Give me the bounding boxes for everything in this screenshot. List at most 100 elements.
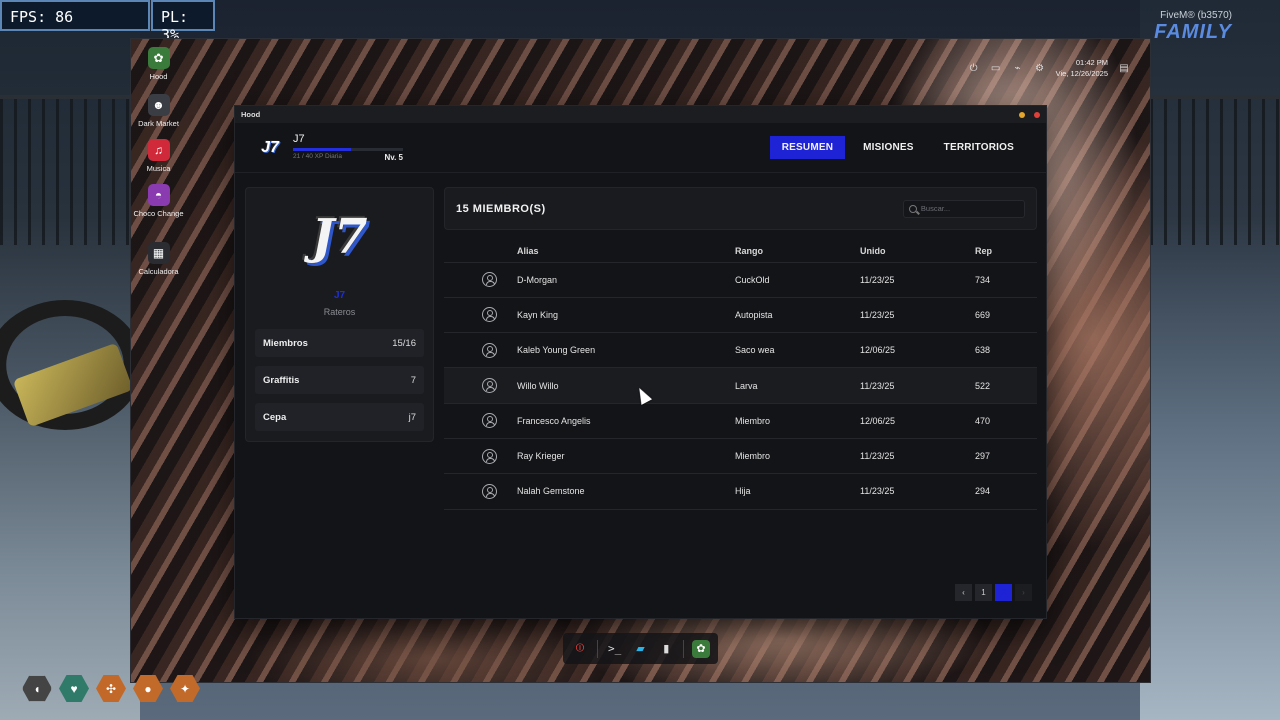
next-page-button[interactable]: › xyxy=(1015,584,1032,601)
cell-rango: Miembro xyxy=(735,438,860,475)
avatar-cell xyxy=(444,262,517,298)
cell-rep: 470 xyxy=(975,403,1037,439)
stat-miembros: Miembros 15/16 xyxy=(255,329,424,357)
system-tray: ⏻ ▭ ⌁ ⚙ 01:42 PM Vie, 12/26/2025 ▤ xyxy=(968,57,1130,79)
table-row[interactable]: Kayn King Autopista 11/23/25 669 xyxy=(444,297,1037,334)
fivem-watermark: FiveM® (b3570) FAMILY xyxy=(1154,10,1232,44)
avatar-cell xyxy=(444,438,517,475)
user-avatar-icon xyxy=(482,413,497,429)
cell-unido: 12/06/25 xyxy=(860,332,975,369)
cell-rango: Hija xyxy=(735,473,860,510)
column-header-unido[interactable]: Unido xyxy=(860,240,975,263)
cupcake-icon: ◓ xyxy=(147,184,170,206)
xp-progress-fill xyxy=(293,148,351,151)
gang-logo: J7 xyxy=(311,209,368,265)
column-header-rep[interactable]: Rep xyxy=(975,240,1037,263)
desktop-app-hood[interactable]: ✿ Hood xyxy=(131,47,186,81)
members-count-title: 15 MIEMBRO(S) xyxy=(456,202,546,215)
stat-graffitis: Graffitis 7 xyxy=(255,366,424,394)
page-button-2[interactable]: 2 xyxy=(995,584,1012,601)
taskbar-separator xyxy=(596,639,598,658)
hunger-icon: ✣ xyxy=(96,675,126,702)
search-input[interactable] xyxy=(920,204,1019,213)
search-box[interactable] xyxy=(903,199,1025,218)
gang-profile-card: J7 J7 Rateros Miembros 15/16 Graffitis 7 Cep… xyxy=(245,187,434,442)
window-titlebar[interactable]: Hood xyxy=(235,106,1046,123)
document-icon[interactable]: ▮ xyxy=(657,640,675,658)
calculator-icon: ▦ xyxy=(147,242,170,264)
column-header-rango[interactable]: Rango xyxy=(735,240,860,263)
hood-app-icon[interactable]: ✿ xyxy=(691,639,710,658)
minimize-button[interactable] xyxy=(1019,111,1025,118)
stamina-icon: ✦ xyxy=(170,675,200,702)
stat-label: Cepa xyxy=(263,411,287,423)
clock: 01:42 PM Vie, 12/26/2025 xyxy=(1056,57,1108,79)
cell-rango: Autopista xyxy=(735,297,860,334)
tab-misiones[interactable]: MISIONES xyxy=(851,136,926,159)
cell-alias: Ray Krieger xyxy=(517,438,735,475)
column-header-alias[interactable]: Alias xyxy=(517,240,735,263)
fivem-version: FiveM® (b3570) xyxy=(1160,10,1232,21)
cell-alias: Francesco Angelis xyxy=(517,403,735,439)
hood-icon: ✿ xyxy=(147,47,170,69)
server-logo: FAMILY xyxy=(1154,21,1232,43)
close-button[interactable] xyxy=(1034,111,1040,118)
cell-rango: CuckOld xyxy=(735,262,860,298)
terminal-icon[interactable]: >_ xyxy=(606,640,624,658)
tab-territorios[interactable]: TERRITORIOS xyxy=(932,136,1026,159)
xp-progress-bar xyxy=(293,148,403,151)
power-off-icon[interactable]: ⏼ xyxy=(571,640,589,658)
desktop-app-calculator[interactable]: ▦ Calculadora xyxy=(131,242,186,276)
settings-icon[interactable]: ⚙ xyxy=(1034,62,1046,74)
cell-rango: Larva xyxy=(735,367,860,404)
microphone-icon: ◖ xyxy=(22,675,52,702)
page-button-1[interactable]: 1 xyxy=(975,584,992,601)
gang-tag: J7 xyxy=(333,290,346,301)
taskbar-separator xyxy=(683,639,685,658)
mask-icon: ☻ xyxy=(147,94,170,116)
user-avatar-icon xyxy=(482,342,497,358)
power-icon[interactable]: ⏻ xyxy=(968,62,980,74)
desktop-app-cupcake[interactable]: ◓ Choco Change xyxy=(131,184,186,218)
folder-icon[interactable]: ▰ xyxy=(631,640,649,658)
table-row[interactable]: Willo Willo Larva 11/23/25 522 xyxy=(444,367,1037,404)
tablet-desktop: ✿ Hood ☻ Dark Market ♫ Musica ◓ Choco Change ▦ Ca… xyxy=(130,38,1151,683)
avatar-cell xyxy=(444,367,517,404)
stat-value: j7 xyxy=(408,411,416,423)
gang-rank-name: Rateros xyxy=(323,307,356,317)
prev-page-button[interactable]: ‹ xyxy=(955,584,972,601)
battery-icon: ▭ xyxy=(990,62,1001,74)
player-hud: ◖ ♥ ✣ ● ✦ xyxy=(22,675,200,702)
desktop-app-label: Hood xyxy=(149,72,168,81)
gang-logo-small: J7 xyxy=(261,138,279,156)
stat-label: Miembros xyxy=(263,337,308,349)
table-row[interactable]: Kaleb Young Green Saco wea 12/06/25 638 xyxy=(444,332,1037,369)
cell-alias: Kaleb Young Green xyxy=(517,332,735,369)
desktop-app-music[interactable]: ♫ Musica xyxy=(131,139,186,173)
tab-resumen[interactable]: RESUMEN xyxy=(769,136,846,159)
user-avatar-icon xyxy=(482,483,497,499)
cell-alias: Kayn King xyxy=(517,297,735,334)
avatar-cell xyxy=(444,403,517,439)
fence xyxy=(0,95,140,245)
stat-cepa: Cepa j7 xyxy=(255,403,424,431)
avatar-cell xyxy=(444,297,517,334)
window-title: Hood xyxy=(241,110,261,119)
desktop-app-mask[interactable]: ☻ Dark Market xyxy=(131,94,186,128)
notifications-icon[interactable]: ▤ xyxy=(1118,62,1130,74)
stat-value: 15/16 xyxy=(392,337,416,349)
cell-rep: 522 xyxy=(975,367,1037,404)
table-row[interactable]: Ray Krieger Miembro 11/23/25 297 xyxy=(444,438,1037,475)
gang-summary: J7 J7 21 / 40 XP Diaria Nv. 5 xyxy=(255,133,403,163)
xp-text: 21 / 40 XP Diaria xyxy=(293,153,343,160)
cell-unido: 11/23/25 xyxy=(860,473,975,510)
gang-level: Nv. 5 xyxy=(384,153,403,162)
table-row[interactable]: Francesco Angelis Miembro 12/06/25 470 xyxy=(444,403,1037,439)
table-row[interactable]: D-Morgan CuckOld 11/23/25 734 xyxy=(444,262,1037,298)
cell-unido: 11/23/25 xyxy=(860,438,975,475)
wifi-off-icon[interactable]: ⌁ xyxy=(1012,62,1024,74)
stat-value: 7 xyxy=(410,374,416,386)
table-row[interactable]: Nalah Gemstone Hija 11/23/25 294 xyxy=(444,473,1037,510)
music-icon: ♫ xyxy=(147,139,170,161)
avatar-cell xyxy=(444,332,517,369)
